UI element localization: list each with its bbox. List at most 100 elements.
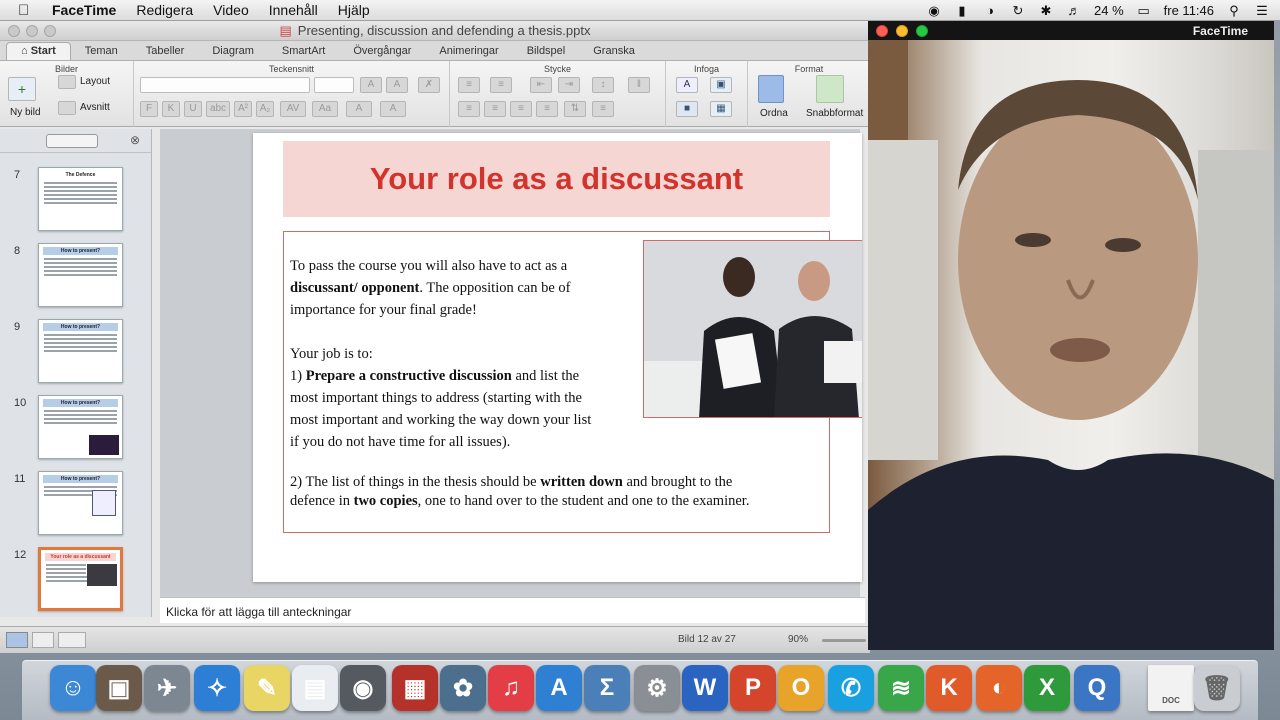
normal-view-button[interactable]: [6, 632, 28, 648]
align-right-icon[interactable]: ≡: [510, 101, 532, 117]
spotify-icon[interactable]: ≋: [878, 665, 924, 711]
subscript-icon[interactable]: A₂: [256, 101, 274, 117]
thumbnail-row[interactable]: 11 How to present?: [0, 471, 150, 537]
close-pane-icon[interactable]: ⊗: [130, 133, 140, 147]
facetime-close-button[interactable]: [876, 25, 888, 37]
line-spacing-icon[interactable]: ↕: [592, 77, 614, 93]
powerpoint-icon[interactable]: P: [730, 665, 776, 711]
align-text-icon[interactable]: ≡: [592, 101, 614, 117]
minimize-window-button[interactable]: [26, 25, 38, 37]
increase-font-icon[interactable]: A: [360, 77, 382, 93]
clock[interactable]: fre 11:46: [1164, 3, 1214, 18]
slide-thumbnail-selected[interactable]: Your role as a discussant: [38, 547, 123, 611]
calculator-icon[interactable]: Σ: [584, 665, 630, 711]
systemprefs-icon[interactable]: ⚙: [634, 665, 680, 711]
align-left-icon[interactable]: ≡: [458, 101, 480, 117]
outlook-icon[interactable]: O: [778, 665, 824, 711]
char-spacing-icon[interactable]: AV: [280, 101, 306, 117]
view-toggle-button[interactable]: [46, 134, 98, 148]
quicktime-icon[interactable]: Q: [1074, 665, 1120, 711]
tab-overgangar[interactable]: Övergångar: [339, 43, 425, 60]
photo-icon[interactable]: ▣: [96, 665, 142, 711]
preview-icon[interactable]: ▤: [292, 665, 338, 711]
font-name-field[interactable]: [140, 77, 310, 93]
italic-icon[interactable]: K: [162, 101, 180, 117]
decrease-font-icon[interactable]: A: [386, 77, 408, 93]
picture-icon[interactable]: ▣: [710, 77, 732, 93]
document-icon[interactable]: DOC: [1148, 665, 1194, 711]
slide-thumbnail[interactable]: How to present?: [38, 319, 123, 383]
menu-hjalp[interactable]: Hjälp: [338, 2, 370, 18]
facetime-video-feed[interactable]: [868, 40, 1274, 650]
menu-innehall[interactable]: Innehåll: [269, 2, 318, 18]
photobooth-icon[interactable]: ▦: [392, 665, 438, 711]
justify-icon[interactable]: ≡: [536, 101, 558, 117]
new-slide-button[interactable]: Ny bild: [10, 107, 41, 118]
textbox-icon[interactable]: A: [676, 77, 698, 93]
section-button[interactable]: Avsnitt: [80, 102, 110, 113]
shapes-icon[interactable]: ■: [676, 101, 698, 117]
thumbnail-row[interactable]: 10 How to present?: [0, 395, 150, 461]
slide-sorter-view-button[interactable]: [32, 632, 54, 648]
strikethrough-icon[interactable]: abc: [206, 101, 230, 117]
safari-icon[interactable]: ✧: [194, 665, 240, 711]
thumbnail-row[interactable]: 7 The Defence: [0, 167, 150, 233]
tab-bildspel[interactable]: Bildspel: [513, 43, 580, 60]
tab-teman[interactable]: Teman: [71, 43, 132, 60]
spotlight-search-icon[interactable]: ⚲: [1226, 3, 1242, 18]
columns-icon[interactable]: ‖: [628, 77, 650, 93]
tab-start[interactable]: ⌂ Start: [6, 42, 71, 60]
font-color-icon[interactable]: A: [346, 101, 372, 117]
finder-icon[interactable]: ☺: [50, 665, 96, 711]
launchpad-icon[interactable]: ✈: [144, 665, 190, 711]
signal-icon[interactable]: ▮: [954, 3, 970, 18]
indent-icon[interactable]: ⇥: [558, 77, 580, 93]
thumbnail-row[interactable]: 8 How to present?: [0, 243, 150, 309]
menu-app-name[interactable]: FaceTime: [52, 2, 116, 18]
slideshow-view-button[interactable]: [58, 632, 86, 648]
tab-animeringar[interactable]: Animeringar: [425, 43, 512, 60]
slide-thumbnail[interactable]: How to present?: [38, 471, 123, 535]
slide-thumbnail[interactable]: The Defence: [38, 167, 123, 231]
battery-label[interactable]: 24 %: [1094, 3, 1124, 18]
thumbnail-row[interactable]: 9 How to present?: [0, 319, 150, 385]
text-direction-icon[interactable]: ⇅: [564, 101, 586, 117]
numbering-icon[interactable]: ≡: [490, 77, 512, 93]
slide-thumbnail[interactable]: How to present?: [38, 243, 123, 307]
quick-styles-icon[interactable]: [816, 75, 844, 103]
stickies-icon[interactable]: ✎: [244, 665, 290, 711]
text-effects-icon[interactable]: A: [380, 101, 406, 117]
slide-title-box[interactable]: Your role as a discussant: [283, 141, 830, 217]
record-icon[interactable]: ◉: [926, 3, 942, 18]
notes-pane[interactable]: Klicka för att lägga till anteckningar: [160, 597, 865, 623]
bluetooth-icon[interactable]: ✱: [1038, 3, 1054, 18]
slide-thumbnails-pane[interactable]: ⊗ 7 The Defence 8 How to present? 9 How …: [0, 129, 152, 617]
thumbnail-row[interactable]: 12 Your role as a discussant: [0, 547, 150, 613]
change-case-icon[interactable]: Aa: [312, 101, 338, 117]
wifi-icon[interactable]: ◑: [982, 3, 998, 18]
quick-styles-button[interactable]: Snabbformat: [806, 108, 863, 119]
word-icon[interactable]: W: [682, 665, 728, 711]
zoom-slider[interactable]: [822, 639, 866, 642]
align-center-icon[interactable]: ≡: [484, 101, 506, 117]
tab-smartart[interactable]: SmartArt: [268, 43, 339, 60]
zoom-window-button[interactable]: [44, 25, 56, 37]
apple-menu-icon[interactable]: : [18, 2, 38, 19]
arrange-icon[interactable]: [758, 75, 784, 103]
skype-icon[interactable]: ✆: [828, 665, 874, 711]
appstore-icon[interactable]: A: [536, 665, 582, 711]
media-icon[interactable]: ▦: [710, 101, 732, 117]
layout-button[interactable]: Layout: [80, 76, 110, 87]
slide-canvas[interactable]: Your role as a discussant To pass the co…: [253, 133, 862, 582]
bold-icon[interactable]: F: [140, 101, 158, 117]
menu-video[interactable]: Video: [213, 2, 249, 18]
facetime-icon[interactable]: ◉: [340, 665, 386, 711]
new-slide-icon[interactable]: +: [8, 77, 36, 101]
close-window-button[interactable]: [8, 25, 20, 37]
business-people-photo[interactable]: [643, 240, 862, 418]
tab-tabeller[interactable]: Tabeller: [132, 43, 199, 60]
iphoto-icon[interactable]: ✿: [440, 665, 486, 711]
menu-redigera[interactable]: Redigera: [136, 2, 193, 18]
arrange-button[interactable]: Ordna: [760, 108, 788, 119]
underline-icon[interactable]: U: [184, 101, 202, 117]
